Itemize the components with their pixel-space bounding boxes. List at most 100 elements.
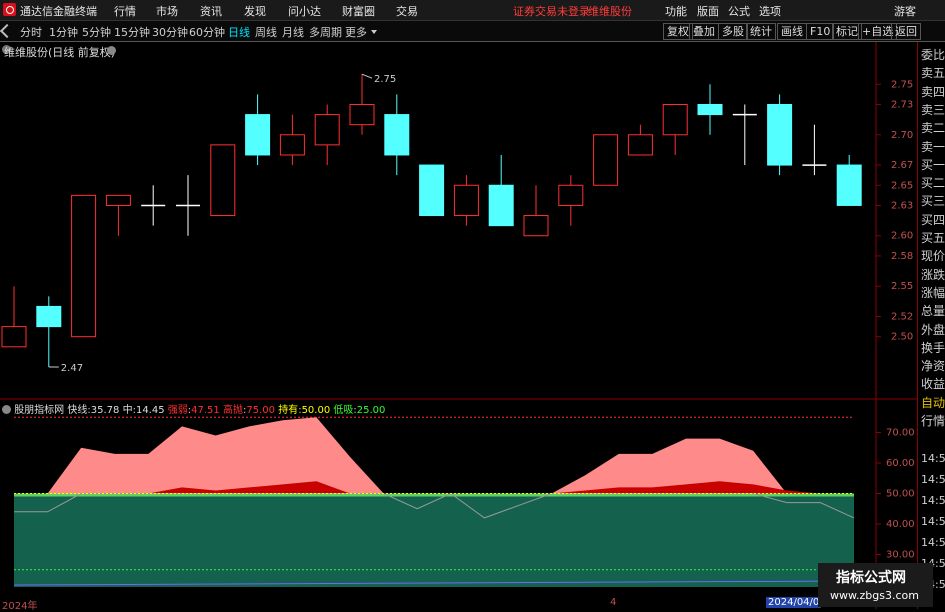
drawing-button[interactable]: 画线 — [777, 23, 807, 40]
quote-field-label: 收益 — [921, 377, 945, 392]
quote-field-label: 委比 — [921, 48, 945, 62]
indicator-tick-label: 40.00 — [886, 519, 915, 530]
candle-body — [349, 103, 375, 126]
quote-field-label[interactable]: 行情 — [921, 412, 945, 429]
menu-item-markets[interactable]: 市场 — [156, 3, 178, 19]
legend-fast-name: 快线 — [67, 405, 88, 416]
menu-item-wenxiaoda[interactable]: 问小达 — [288, 3, 321, 19]
legend-hold-name: 持有 — [278, 405, 299, 416]
quote-field-label[interactable]: 自动 — [921, 394, 945, 411]
quote-field-label: 外盘 — [921, 322, 945, 337]
quote-field-label: 涨跌 — [921, 267, 945, 282]
legend-fast-value: 35.78 — [90, 405, 120, 416]
legend-strength-value: 47.51 — [191, 405, 220, 416]
quote-field-label: 涨幅 — [921, 285, 945, 300]
candle-body — [662, 103, 688, 136]
tick-time: 14:56 — [921, 473, 945, 486]
candle-body — [210, 144, 236, 217]
menu-item-wealth[interactable]: 财富圈 — [342, 3, 375, 19]
legend-strength-name: 强弱 — [167, 405, 188, 416]
x-label-year: 2024年 — [2, 601, 38, 612]
legend-mid-name: 中 — [122, 405, 133, 416]
tick-time: 14:56 — [921, 452, 945, 465]
period-daily[interactable]: 日线 — [228, 24, 250, 40]
period-5min[interactable]: 5分钟 — [82, 24, 111, 40]
price-tick-label: 2.58 — [891, 251, 913, 262]
back-button[interactable]: 返回 — [891, 23, 921, 40]
period-15min[interactable]: 15分钟 — [114, 24, 150, 40]
indicator-series — [13, 416, 855, 587]
legend-high-name: 高抛 — [222, 405, 243, 416]
menu-item-market[interactable]: 行情 — [114, 3, 136, 19]
quote-field-label: 买五 — [921, 231, 945, 245]
indicator-legend: 股朋指标网 快线:35.78 中:14.45 强弱:47.51 高抛:75.00… — [2, 401, 385, 416]
candle-body — [836, 164, 862, 206]
legend-high-value: 75.00 — [246, 405, 275, 416]
guest-label[interactable]: 游客 — [894, 3, 916, 19]
candle-body — [279, 134, 305, 156]
menu-item-trade[interactable]: 交易 — [396, 3, 418, 19]
quote-side-panel: 委比 卖五 卖四 卖三 卖二 卖一 买一 买二 买三 买四 买五 现价 涨跌 涨幅 总量 外盘 换手 净资 收益 自动… — [917, 42, 945, 609]
quote-field-label: 卖二 — [921, 121, 945, 136]
candle-body — [627, 134, 653, 156]
title-dropdown-icon[interactable] — [107, 46, 116, 55]
chart-title: 维维股份(日线 前复权) — [4, 46, 116, 59]
candle-body — [453, 184, 479, 217]
candle-body — [488, 184, 514, 227]
indicator-settings-icon[interactable] — [2, 405, 11, 414]
overlay-button[interactable]: 叠加 — [689, 23, 719, 40]
candle-body — [767, 103, 793, 166]
quote-field-label: 买一 — [921, 157, 945, 172]
menu-bar: 通达信金融终端 行情 市场 资讯 发现 问小达 财富圈 交易 证券交易未登录 维… — [0, 0, 945, 21]
period-1min[interactable]: 1分钟 — [49, 24, 78, 40]
price-tick-label: 2.67 — [891, 160, 913, 171]
chart-area[interactable]: 2.75 2.47 2.50 2.52 2.55 2.58 2.60 2.63 2.65 2.6… — [0, 42, 917, 609]
period-multi[interactable]: 多周期 — [309, 24, 342, 40]
candle-body — [105, 194, 131, 206]
menu-item-layout[interactable]: 版面 — [697, 3, 719, 19]
menu-item-options[interactable]: 选项 — [759, 3, 781, 19]
chevron-down-icon[interactable] — [371, 30, 377, 34]
candle-body — [71, 194, 97, 338]
candle-body — [593, 134, 619, 186]
legend-hold-value: 50.00 — [301, 405, 331, 416]
period-60min[interactable]: 60分钟 — [189, 24, 225, 40]
period-30min[interactable]: 30分钟 — [152, 24, 188, 40]
period-weekly[interactable]: 周线 — [255, 24, 277, 40]
candle-body — [245, 114, 271, 156]
menu-item-formula[interactable]: 公式 — [728, 3, 750, 19]
price-tick-label: 2.70 — [891, 130, 913, 141]
period-toolbar: 分时 1分钟 5分钟 15分钟 30分钟 60分钟 日线 周线 月线 多周期 更… — [0, 21, 945, 42]
collapse-icon[interactable] — [0, 23, 15, 39]
period-monthly[interactable]: 月线 — [282, 24, 304, 40]
tick-time: 14:56 — [921, 536, 945, 549]
trade-login-notice[interactable]: 证券交易未登录 — [513, 3, 590, 19]
multi-stock-button[interactable]: 多股 — [718, 23, 748, 40]
candle-body — [36, 305, 62, 328]
quote-field-label: 换手 — [921, 340, 945, 355]
menu-item-function[interactable]: 功能 — [665, 3, 687, 19]
period-tick[interactable]: 分时 — [20, 24, 42, 40]
price-tick-label: 2.73 — [891, 99, 913, 110]
quote-field-label: 净资 — [921, 359, 945, 374]
price-tick-label: 2.52 — [891, 312, 913, 323]
quote-field-label: 卖五 — [921, 66, 945, 81]
quote-field-label: 买三 — [921, 194, 945, 209]
candle-body — [314, 114, 340, 146]
quote-field-label: 卖一 — [921, 139, 945, 154]
menu-item-news[interactable]: 资讯 — [200, 3, 222, 19]
price-tick-label: 2.63 — [891, 200, 913, 211]
f10-button[interactable]: F10 — [806, 23, 835, 40]
indicator-title: 股朋指标网 — [14, 405, 65, 416]
period-more[interactable]: 更多 — [345, 24, 367, 40]
indicator-tick-label: 50.00 — [886, 489, 915, 500]
quote-field-label: 买二 — [921, 176, 945, 191]
price-tick-label: 2.55 — [891, 281, 913, 292]
menu-item-discover[interactable]: 发现 — [244, 3, 266, 19]
x-label-month: 4 — [610, 597, 617, 608]
hold-zone-fill — [14, 493, 854, 587]
legend-low-name: 低吸 — [333, 405, 354, 416]
statistics-button[interactable]: 统计 — [746, 23, 776, 40]
axis-ticks: 2.50 2.52 2.55 2.58 2.60 2.63 2.65 2.67 2.70 2.73… — [876, 79, 915, 561]
tick-time: 14:56 — [921, 494, 945, 507]
